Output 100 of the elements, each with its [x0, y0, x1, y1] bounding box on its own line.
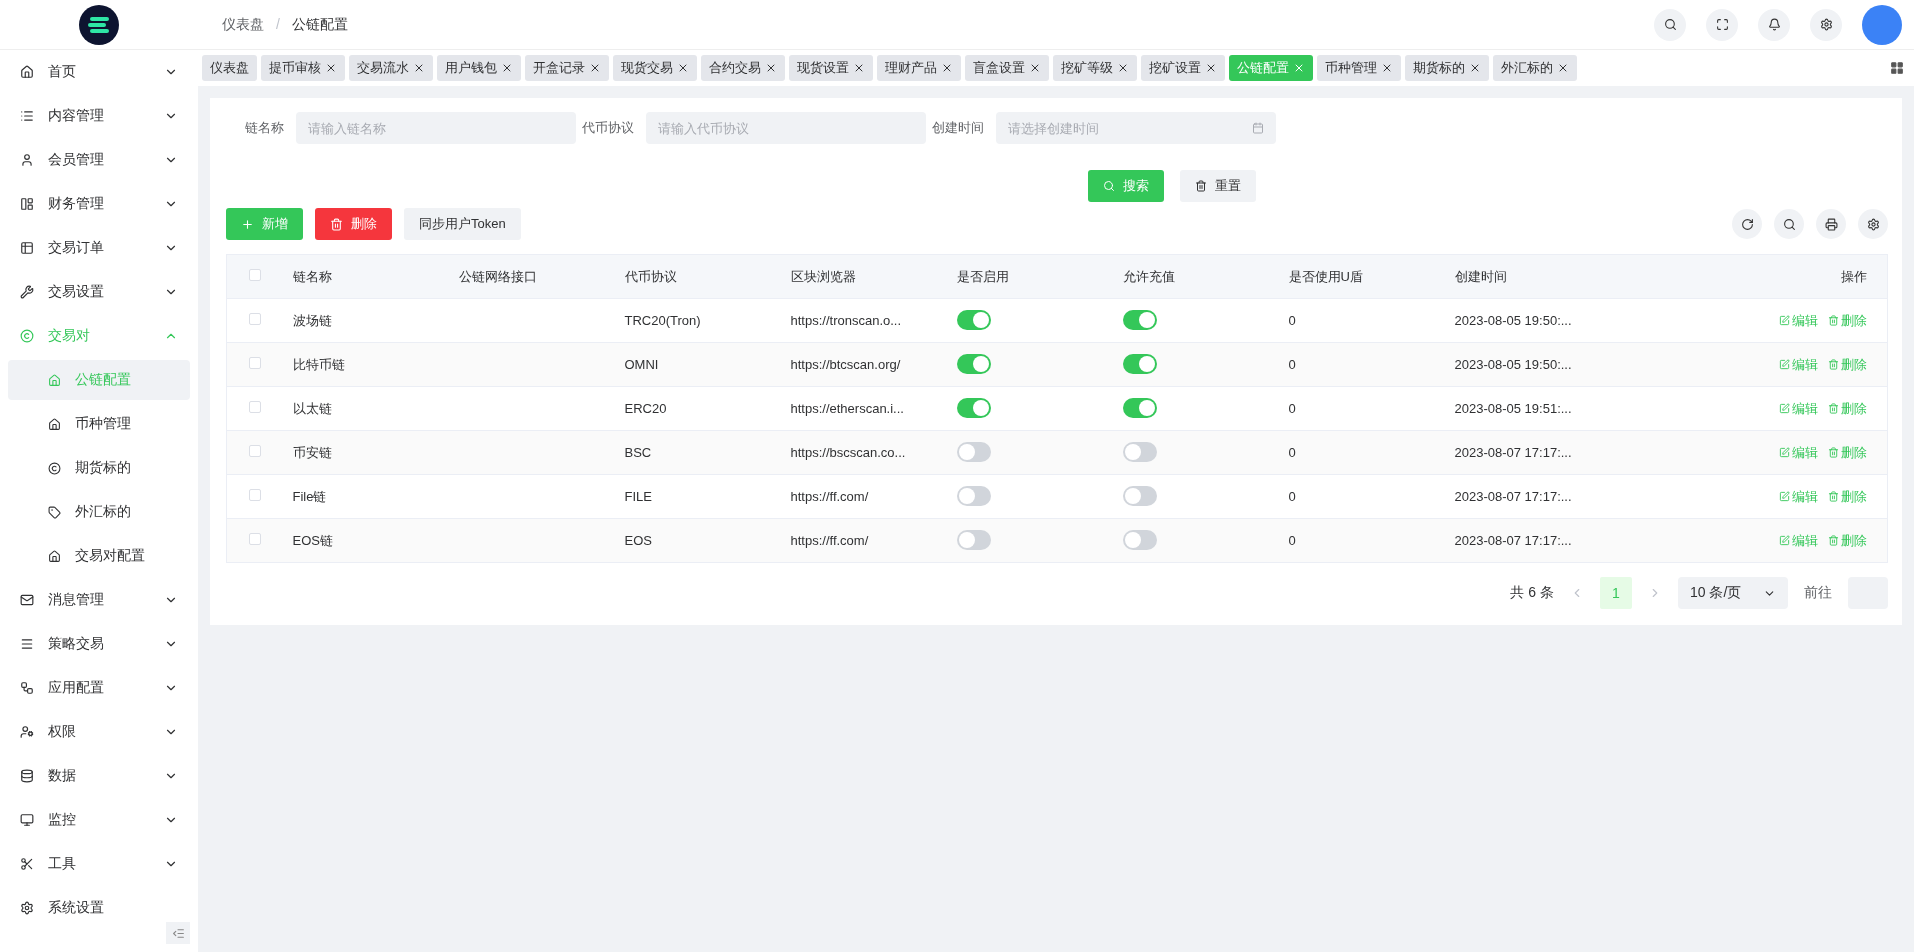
page-tab[interactable]: 理财产品 — [877, 55, 961, 81]
menu-item-icon — [48, 549, 61, 563]
search-button[interactable] — [1774, 209, 1804, 239]
sync-token-button[interactable]: 同步用户Token — [404, 208, 521, 240]
close-icon[interactable] — [501, 62, 513, 74]
menu-item-icon — [20, 197, 34, 211]
toggle-switch[interactable] — [1122, 310, 1157, 330]
submenu-item[interactable]: 期货标的 — [8, 448, 190, 488]
page-tab[interactable]: 现货设置 — [789, 55, 873, 81]
settings-button[interactable] — [1858, 209, 1888, 239]
pencil-icon — [1779, 359, 1790, 370]
close-icon[interactable] — [1469, 62, 1481, 74]
page-tab[interactable]: 现货交易 — [613, 55, 697, 81]
input-field[interactable]: 请输入代币协议 — [646, 112, 926, 144]
row-checkbox[interactable] — [249, 445, 261, 457]
sidebar-item[interactable]: 财务管理 — [0, 182, 198, 226]
search-icon — [1782, 217, 1796, 231]
fullscreen-button[interactable] — [1706, 8, 1738, 41]
row-checkbox[interactable] — [249, 313, 261, 325]
table-cell: 0 — [1288, 401, 1296, 416]
close-icon[interactable] — [765, 62, 777, 74]
row-checkbox[interactable] — [249, 401, 261, 413]
close-icon[interactable] — [1029, 62, 1041, 74]
delete-button[interactable]: 删除 — [315, 208, 392, 240]
toggle-switch[interactable] — [1122, 398, 1157, 418]
user-avatar[interactable] — [1862, 4, 1902, 45]
page-tab[interactable]: 币种管理 — [1317, 55, 1401, 81]
toggle-switch[interactable] — [1122, 442, 1157, 462]
collapse-sidebar-button[interactable] — [166, 922, 190, 944]
toggle-switch[interactable] — [956, 398, 991, 418]
sidebar-item[interactable]: 策略交易 — [0, 622, 198, 666]
toggle-switch[interactable] — [956, 530, 991, 550]
toggle-switch[interactable] — [956, 310, 991, 330]
toggle-switch[interactable] — [956, 442, 991, 462]
breadcrumb-item[interactable]: 仪表盘 — [222, 15, 264, 34]
page-tab[interactable]: 合约交易 — [701, 55, 785, 81]
close-icon[interactable] — [1557, 62, 1569, 74]
row-checkbox[interactable] — [249, 357, 261, 369]
page-tab[interactable]: 盲盒设置 — [965, 55, 1049, 81]
refresh-button[interactable] — [1732, 209, 1762, 239]
pencil-icon — [1779, 315, 1790, 326]
page-tab[interactable]: 提币审核 — [261, 55, 345, 81]
page-tab[interactable]: 挖矿设置 — [1141, 55, 1225, 81]
menu-item-icon — [20, 681, 34, 695]
table-cell: 2023-08-07 17:17:... — [1454, 533, 1572, 548]
close-icon[interactable] — [413, 62, 425, 74]
page-tab[interactable]: 用户钱包 — [437, 55, 521, 81]
input-field[interactable]: 请输入链名称 — [296, 112, 576, 144]
sidebar-item[interactable]: 消息管理 — [0, 578, 198, 622]
toggle-switch[interactable] — [956, 486, 991, 506]
close-icon[interactable] — [1381, 62, 1393, 74]
page-tab[interactable]: 开盒记录 — [525, 55, 609, 81]
sidebar-item[interactable]: 系统设置 — [0, 886, 198, 930]
page-tab[interactable]: 仪表盘 — [202, 55, 257, 81]
input-field[interactable]: 请选择创建时间 — [996, 112, 1276, 144]
table-cell: ERC20 — [624, 401, 667, 416]
row-checkbox[interactable] — [249, 533, 261, 545]
sidebar-item[interactable]: 内容管理 — [0, 94, 198, 138]
sidebar-item[interactable]: 会员管理 — [0, 138, 198, 182]
submenu-item[interactable]: 外汇标的 — [8, 492, 190, 532]
sidebar-item[interactable]: 交易设置 — [0, 270, 198, 314]
page-tab[interactable]: 交易流水 — [349, 55, 433, 81]
sidebar-item[interactable]: 交易订单 — [0, 226, 198, 270]
close-icon[interactable] — [1205, 62, 1217, 74]
table-cell: https://ff.com/ — [790, 533, 869, 548]
sidebar-item[interactable]: 数据 — [0, 754, 198, 798]
page-size-select[interactable]: 10 条/页 — [1678, 577, 1788, 609]
toggle-switch[interactable] — [1122, 354, 1157, 374]
toggle-switch[interactable] — [1122, 486, 1157, 506]
row-checkbox[interactable] — [249, 489, 261, 501]
submenu-item[interactable]: 币种管理 — [8, 404, 190, 444]
sidebar-item[interactable]: 权限 — [0, 710, 198, 754]
sidebar-item[interactable]: 监控 — [0, 798, 198, 842]
sidebar-item[interactable]: 工具 — [0, 842, 198, 886]
submenu-item[interactable]: 交易对配置 — [8, 536, 190, 576]
page-tab[interactable]: 挖矿等级 — [1053, 55, 1137, 81]
close-icon[interactable] — [677, 62, 689, 74]
close-icon[interactable] — [1117, 62, 1129, 74]
table-cell: 币安链 — [292, 444, 332, 460]
settings-button[interactable] — [1810, 8, 1842, 41]
reset-button[interactable]: 重置 — [1180, 170, 1256, 202]
search-button[interactable] — [1654, 8, 1686, 41]
close-icon[interactable] — [853, 62, 865, 74]
sidebar-item[interactable]: 应用配置 — [0, 666, 198, 710]
close-icon[interactable] — [325, 62, 337, 74]
sidebar-item[interactable]: 首页 — [0, 50, 198, 94]
close-icon[interactable] — [589, 62, 601, 74]
select-all-checkbox[interactable] — [249, 269, 261, 281]
close-icon[interactable] — [941, 62, 953, 74]
search-icon — [1103, 180, 1115, 192]
toggle-switch[interactable] — [956, 354, 991, 374]
toggle-switch[interactable] — [1122, 530, 1157, 550]
settings-icon — [1866, 217, 1880, 231]
bell-button[interactable] — [1758, 8, 1790, 41]
page-tab[interactable]: 期货标的 — [1405, 55, 1489, 81]
trash-icon — [1828, 359, 1839, 370]
grid-icon[interactable] — [1890, 61, 1904, 75]
settings-icon — [1819, 18, 1833, 31]
print-button[interactable] — [1816, 209, 1846, 239]
page-tab[interactable]: 外汇标的 — [1493, 55, 1577, 81]
